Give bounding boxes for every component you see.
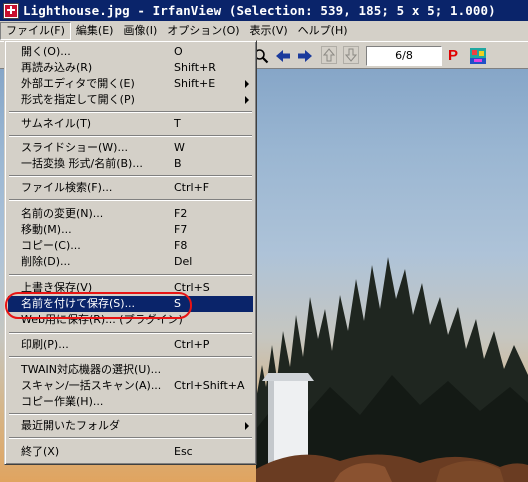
arrow-down-icon[interactable]: [343, 46, 359, 64]
menu-item-slideshow[interactable]: スライドショー(W)... W: [8, 140, 253, 156]
menu-separator: [9, 332, 252, 334]
properties-icon[interactable]: P: [448, 46, 462, 66]
menu-item-delete[interactable]: 削除(D)... Del: [8, 254, 253, 270]
paint-icon[interactable]: [469, 46, 487, 66]
menu-item-recent-folders[interactable]: 最近開いたフォルダ: [8, 418, 253, 434]
window-title: Lighthouse.jpg - IrfanView (Selection: 5…: [23, 3, 496, 18]
menu-separator: [9, 135, 252, 137]
title-bar: Lighthouse.jpg - IrfanView (Selection: 5…: [0, 0, 528, 21]
menu-help[interactable]: ヘルプ(H): [293, 22, 353, 40]
menu-item-copy-job[interactable]: コピー作業(H)...: [8, 394, 253, 410]
menu-item-search-files[interactable]: ファイル検索(F)... Ctrl+F: [8, 180, 253, 196]
menu-view[interactable]: 表示(V): [245, 22, 293, 40]
menu-image[interactable]: 画像(I): [118, 22, 162, 40]
menu-separator: [9, 175, 252, 177]
annotation-highlight-oval: [5, 292, 192, 319]
menu-bar: ファイル(F) 編集(E) 画像(I) オプション(O) 表示(V) ヘルプ(H…: [0, 21, 528, 41]
menu-item-open-with-external-editor[interactable]: 外部エディタで開く(E) Shift+E: [8, 76, 253, 92]
irfanview-app-icon[interactable]: [3, 2, 19, 19]
arrow-right-icon[interactable]: [297, 46, 313, 66]
arrow-up-icon[interactable]: [321, 46, 337, 64]
menu-separator: [9, 356, 252, 358]
menu-edit[interactable]: 編集(E): [71, 22, 119, 40]
menu-file[interactable]: ファイル(F): [0, 22, 71, 40]
menu-separator: [9, 274, 252, 276]
menu-item-select-twain[interactable]: TWAIN対応機器の選択(U)...: [8, 362, 253, 378]
menu-item-copy[interactable]: コピー(C)... F8: [8, 238, 253, 254]
menu-separator: [9, 413, 252, 415]
submenu-arrow-icon: [245, 80, 249, 88]
page-number-field[interactable]: 6/8: [366, 46, 442, 66]
menu-item-thumbnails[interactable]: サムネイル(T) T: [8, 116, 253, 132]
menu-item-rename[interactable]: 名前の変更(N)... F2: [8, 206, 253, 222]
menu-item-move[interactable]: 移動(M)... F7: [8, 222, 253, 238]
menu-item-open[interactable]: 開く(O)... O: [8, 44, 253, 60]
menu-separator: [9, 111, 252, 113]
menu-item-exit[interactable]: 終了(X) Esc: [8, 444, 253, 460]
menu-item-open-as[interactable]: 形式を指定して開く(P): [8, 92, 253, 108]
menu-item-scan[interactable]: スキャン/一括スキャン(A)... Ctrl+Shift+A: [8, 378, 253, 394]
menu-separator: [9, 437, 252, 439]
menu-separator: [9, 199, 252, 201]
submenu-arrow-icon: [245, 96, 249, 104]
menu-item-reload[interactable]: 再読み込み(R) Shift+R: [8, 60, 253, 76]
menu-item-print[interactable]: 印刷(P)... Ctrl+P: [8, 337, 253, 353]
menu-item-batch-convert[interactable]: 一括変換 形式/名前(B)... B: [8, 156, 253, 172]
menu-options[interactable]: オプション(O): [162, 22, 244, 40]
submenu-arrow-icon: [245, 422, 249, 430]
arrow-left-icon[interactable]: [275, 46, 291, 66]
file-menu: 開く(O)... O 再読み込み(R) Shift+R 外部エディタで開く(E) Sh…: [4, 40, 257, 465]
